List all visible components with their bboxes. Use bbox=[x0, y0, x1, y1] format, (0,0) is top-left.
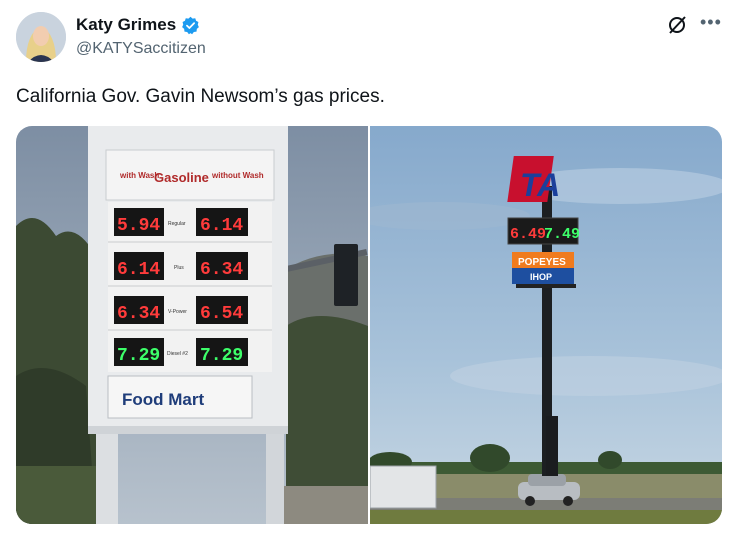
verified-badge-icon bbox=[181, 16, 200, 35]
price-vpower-without-wash: 6.54 bbox=[200, 304, 243, 324]
tweet-text: California Gov. Gavin Newsom’s gas price… bbox=[16, 86, 385, 107]
ta-logo-text: TA bbox=[520, 167, 560, 203]
more-options-icon[interactable]: ••• bbox=[700, 12, 722, 33]
brand-ihop: IHOP bbox=[530, 272, 552, 282]
grade-regular: Regular bbox=[168, 221, 186, 227]
ta-price-right: 7.49 bbox=[544, 226, 580, 243]
avatar[interactable] bbox=[16, 12, 66, 62]
grade-diesel: Diesel #2 bbox=[167, 351, 188, 357]
media-grid: with Wash Gasoline without Wash 5.94 Reg… bbox=[16, 126, 722, 524]
ta-price-left: 6.49 bbox=[510, 226, 546, 243]
price-plus-without-wash: 6.34 bbox=[200, 260, 243, 280]
grok-icon[interactable] bbox=[666, 14, 688, 36]
photo-truck-stop-sign[interactable]: TA 6.49 7.49 POPEYES IHOP bbox=[370, 126, 722, 524]
price-regular-without-wash: 6.14 bbox=[200, 216, 243, 236]
store-sign-label: Food Mart bbox=[122, 390, 204, 409]
sign-header-without-wash: without Wash bbox=[211, 171, 264, 180]
grade-plus: Plus bbox=[174, 265, 184, 271]
photo-gas-price-sign[interactable]: with Wash Gasoline without Wash 5.94 Reg… bbox=[16, 126, 368, 524]
price-vpower-with-wash: 6.34 bbox=[117, 304, 160, 324]
price-regular-with-wash: 5.94 bbox=[117, 216, 160, 236]
grade-vpower: V-Power bbox=[168, 309, 187, 315]
price-plus-with-wash: 6.14 bbox=[117, 260, 160, 280]
sign-header-title: Gasoline bbox=[154, 170, 209, 185]
avatar-image bbox=[16, 12, 66, 62]
brand-popeyes: POPEYES bbox=[518, 257, 566, 268]
user-handle[interactable]: @KATYSaccitizen bbox=[76, 40, 206, 58]
display-name[interactable]: Katy Grimes bbox=[76, 15, 176, 35]
price-diesel-without-wash: 7.29 bbox=[200, 346, 243, 366]
price-diesel-with-wash: 7.29 bbox=[117, 346, 160, 366]
